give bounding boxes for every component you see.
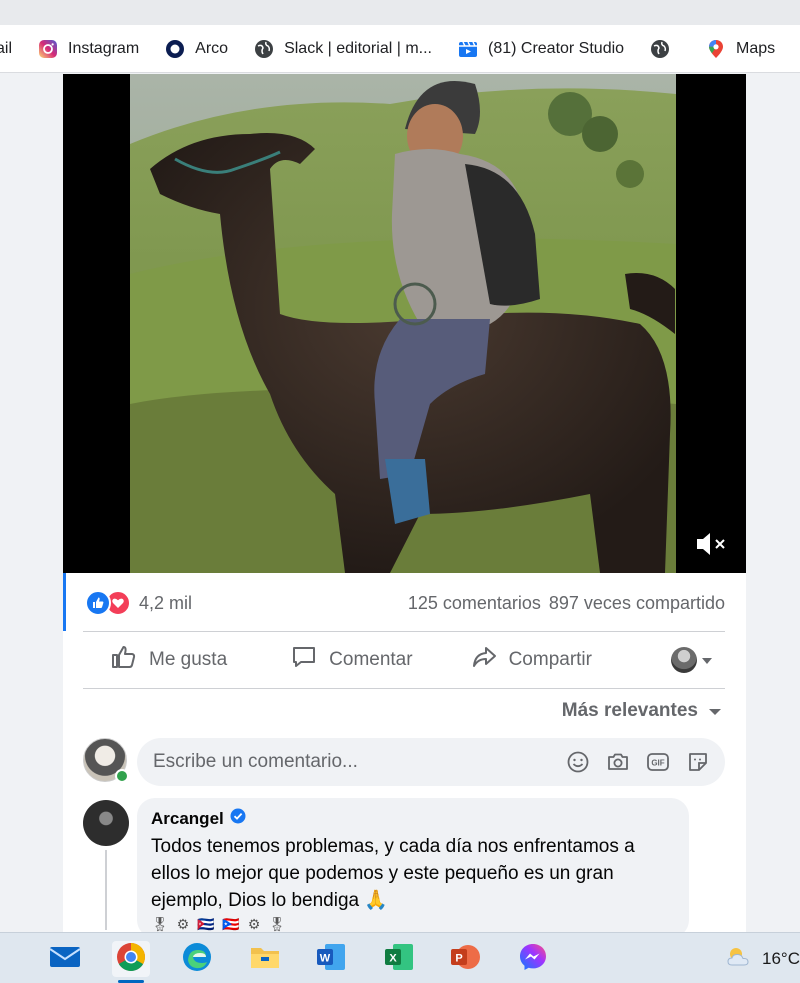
sticker-icon[interactable] [685, 749, 711, 775]
bookmark-instagram[interactable]: Instagram [38, 39, 139, 59]
bookmark-slack[interactable]: Slack | editorial | m... [254, 39, 432, 59]
share-label: Compartir [508, 649, 592, 670]
word-icon: W [315, 942, 347, 977]
comment-button[interactable]: Comentar [291, 645, 413, 675]
comment-bubble: Arcangel Todos tenemos problemas, y cada… [137, 798, 689, 932]
reactions-summary[interactable]: 4,2 mil [85, 590, 192, 616]
powerpoint-icon: P [449, 942, 481, 977]
comments-count[interactable]: 125 comentarios [408, 593, 541, 614]
taskbar-mail[interactable] [46, 941, 84, 977]
comment-label: Comentar [329, 649, 413, 670]
video-player[interactable] [63, 74, 746, 573]
shares-count[interactable]: 897 veces compartido [549, 593, 725, 614]
comment-author[interactable]: Arcangel [151, 808, 675, 829]
post-stats: 4,2 mil 125 comentarios 897 veces compar… [85, 586, 725, 620]
bookmark-label: Instagram [68, 39, 140, 57]
folder-icon [249, 943, 281, 976]
chrome-icon [116, 942, 146, 977]
comment-thread-line [105, 850, 107, 930]
bookmark-mail[interactable]: ail [0, 40, 12, 58]
avatar[interactable] [83, 800, 129, 846]
facebook-post: 4,2 mil 125 comentarios 897 veces compar… [63, 74, 746, 932]
globe-icon [650, 39, 670, 59]
thumbs-up-icon [111, 645, 149, 675]
gif-icon[interactable]: GIF [645, 749, 671, 775]
svg-text:P: P [455, 952, 462, 964]
composer-tools: GIF [565, 749, 711, 775]
bookmarks-bar: ail Instagram Arco Slack | editorial | m… [0, 25, 800, 73]
bookmark-creator-studio[interactable]: (81) Creator Studio [458, 39, 624, 59]
globe-icon [254, 39, 274, 59]
video-frame-llama-child [130, 74, 676, 573]
weather-widget[interactable]: 16°C [724, 945, 800, 972]
excel-icon: X [383, 942, 415, 977]
bookmark-label: (81) Creator Studio [487, 39, 625, 57]
taskbar-messenger[interactable] [514, 941, 552, 977]
taskbar-search[interactable] [0, 941, 18, 977]
mail-icon [49, 944, 81, 975]
comment-sort-dropdown[interactable]: Más relevantes [562, 700, 722, 722]
comment-flags: 🎖 ⚙ 🇨🇺 🇵🇷 ⚙ 🎖 [151, 916, 288, 932]
divider [83, 688, 725, 689]
bookmark-maps[interactable]: Maps [706, 39, 775, 59]
messenger-icon [518, 942, 548, 977]
feed-background-left [0, 74, 63, 932]
bookmark-globe[interactable] [650, 39, 680, 59]
creator-studio-icon [458, 39, 478, 59]
bookmark-label: Slack | editorial | m... [284, 39, 432, 57]
bookmark-label: ail [0, 39, 13, 57]
share-arrow-icon [471, 645, 509, 675]
cloud-sun-icon [724, 945, 754, 972]
chevron-down-icon [701, 649, 713, 671]
react-as-selector[interactable] [671, 647, 713, 673]
browser-tab-strip [0, 0, 800, 25]
camera-icon[interactable] [605, 749, 631, 775]
engagement-counts: 125 comentarios 897 veces compartido [408, 593, 725, 614]
taskbar-excel[interactable]: X [380, 941, 418, 977]
mute-icon[interactable] [694, 529, 728, 559]
bookmark-arco[interactable]: Arco [165, 39, 228, 59]
bookmark-label: Arco [195, 39, 229, 57]
taskbar-chrome[interactable] [112, 941, 150, 983]
divider [83, 631, 725, 632]
edge-icon [182, 942, 212, 977]
arco-icon [165, 39, 185, 59]
comment-author-name: Arcangel [151, 808, 224, 828]
feed-background-right [746, 74, 800, 932]
share-button[interactable]: Compartir [471, 645, 592, 675]
avatar [671, 647, 697, 673]
svg-text:X: X [389, 952, 397, 964]
like-label: Me gusta [149, 649, 228, 670]
instagram-icon [38, 39, 58, 59]
taskbar-word[interactable]: W [312, 941, 350, 977]
comment-composer[interactable]: GIF [137, 738, 725, 786]
svg-text:GIF: GIF [651, 759, 664, 768]
taskbar-file-explorer[interactable] [246, 941, 284, 977]
like-button[interactable]: Me gusta [111, 645, 227, 675]
maps-pin-icon [706, 39, 726, 59]
taskbar-powerpoint[interactable]: P [446, 941, 484, 977]
verified-badge-icon [230, 808, 246, 829]
chevron-down-icon [708, 700, 722, 722]
sort-label: Más relevantes [561, 700, 698, 721]
like-reaction-icon [85, 590, 111, 616]
taskbar-edge[interactable] [178, 941, 216, 977]
post-actions: Me gusta Comentar Compartir [83, 634, 725, 686]
temperature: 16°C [762, 948, 800, 968]
emoji-icon[interactable] [565, 749, 591, 775]
focus-indicator [63, 573, 66, 631]
comment-text: Todos tenemos problemas, y cada día nos … [151, 836, 635, 911]
windows-taskbar: W X P 16°C [0, 932, 800, 983]
online-status-dot [115, 769, 129, 783]
bookmark-label: Maps [736, 39, 776, 57]
svg-text:W: W [320, 952, 331, 964]
reactions-count: 4,2 mil [139, 592, 193, 613]
comment-input[interactable] [153, 751, 565, 773]
comment-bubble-icon [291, 645, 329, 675]
